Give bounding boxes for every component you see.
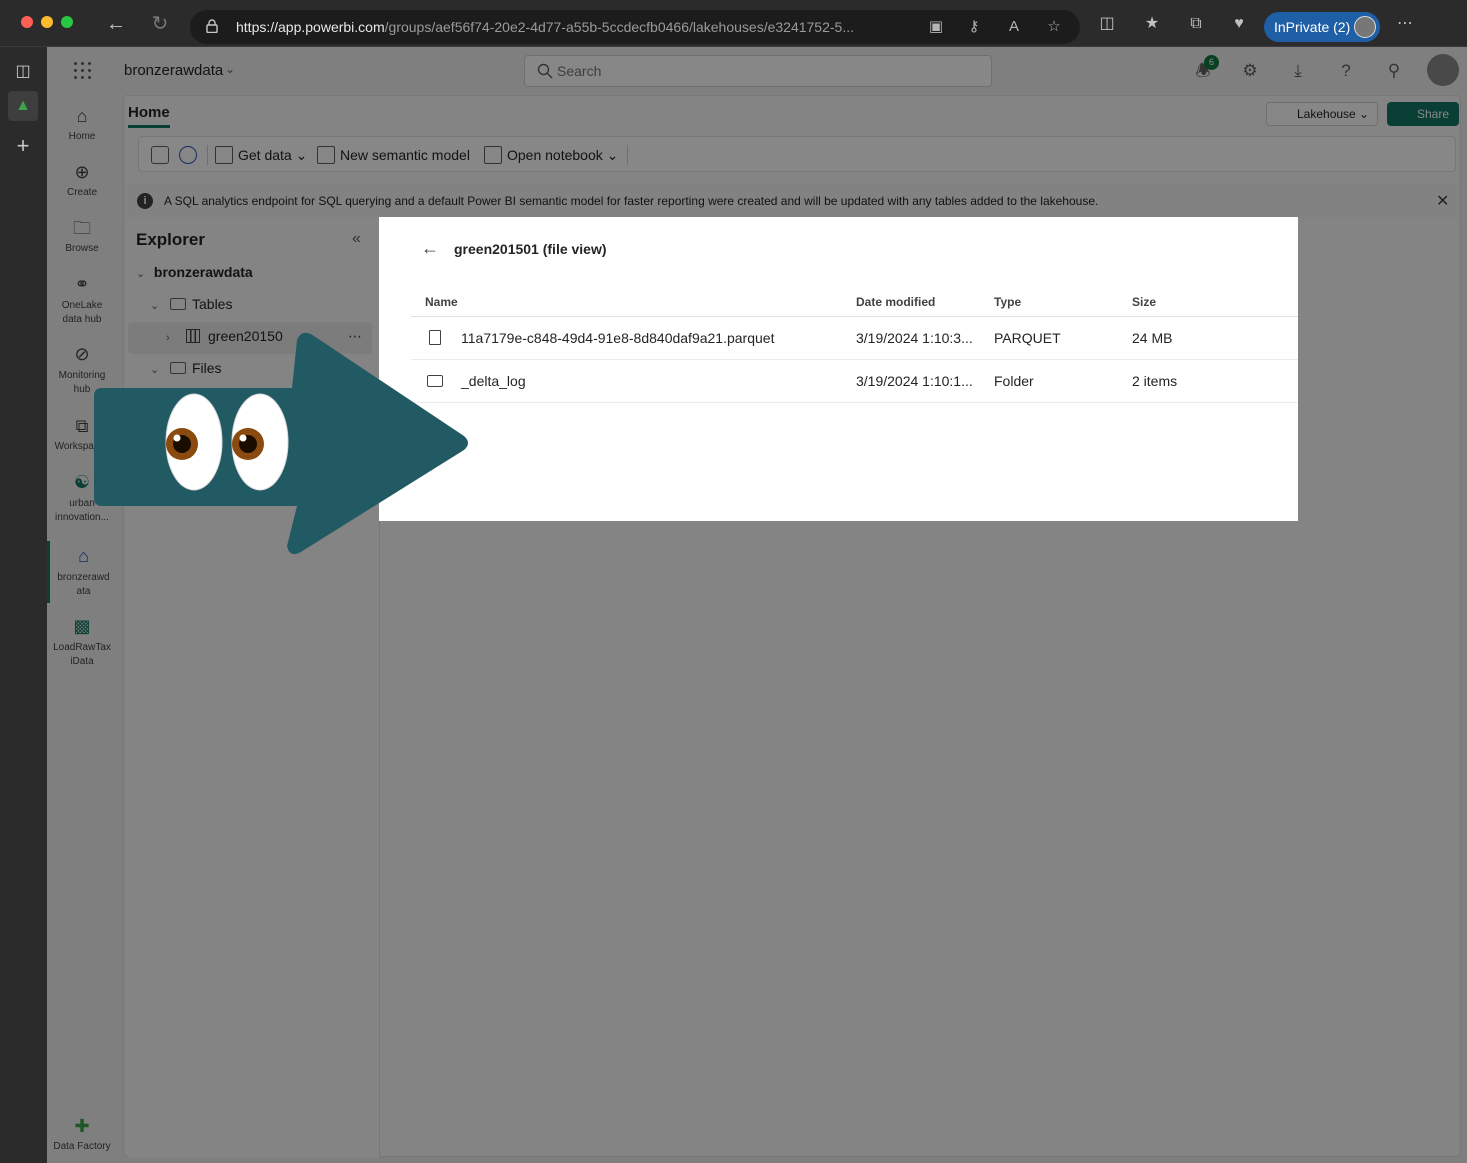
refresh-icon[interactable]: ↻ bbox=[148, 12, 172, 36]
pointer-arrow-annotation bbox=[94, 332, 468, 555]
tab-actions-icon[interactable]: ◫ bbox=[12, 61, 34, 83]
column-header-type[interactable]: Type bbox=[994, 295, 1021, 309]
browser-essentials-icon[interactable]: ♥ bbox=[1229, 14, 1249, 34]
file-name: 11a7179e-c848-49d4-91e8-8d840daf9a21.par… bbox=[461, 330, 775, 346]
file-size: 2 items bbox=[1132, 373, 1178, 389]
file-type: Folder bbox=[994, 373, 1034, 389]
file-date: 3/19/2024 1:10:3... bbox=[856, 330, 973, 346]
read-aloud-icon[interactable]: A bbox=[1005, 18, 1023, 36]
app-available-icon[interactable]: ▣ bbox=[927, 18, 945, 36]
file-date: 3/19/2024 1:10:1... bbox=[856, 373, 973, 389]
inprivate-label: InPrivate (2) bbox=[1274, 19, 1351, 35]
table-row[interactable]: 11a7179e-c848-49d4-91e8-8d840daf9a21.par… bbox=[411, 317, 1298, 360]
more-options-icon[interactable]: ⋯ bbox=[1395, 14, 1415, 34]
column-header-date[interactable]: Date modified bbox=[856, 295, 935, 309]
url-host: https://app.powerbi.com bbox=[236, 19, 385, 35]
file-grid-header: Name Date modified Type Size bbox=[411, 287, 1298, 317]
lock-icon bbox=[206, 19, 218, 33]
url-path: /groups/aef56f74-20e2-4d77-a55b-5ccdecfb… bbox=[384, 19, 854, 35]
close-window-button[interactable] bbox=[21, 16, 33, 28]
table-row[interactable]: _delta_log 3/19/2024 1:10:1... Folder 2 … bbox=[411, 360, 1298, 403]
maximize-window-button[interactable] bbox=[61, 16, 73, 28]
modal-overlay bbox=[47, 47, 1467, 1163]
profile-avatar bbox=[1354, 16, 1376, 38]
address-bar[interactable]: https://app.powerbi.com/groups/aef56f74-… bbox=[190, 10, 1080, 44]
url-text: https://app.powerbi.com/groups/aef56f74-… bbox=[236, 19, 916, 35]
active-tab-icon[interactable]: ▲ bbox=[8, 91, 38, 121]
favorites-icon[interactable]: ★ bbox=[1142, 14, 1162, 34]
file-type: PARQUET bbox=[994, 330, 1061, 346]
file-size: 24 MB bbox=[1132, 330, 1173, 346]
minimize-window-button[interactable] bbox=[41, 16, 53, 28]
column-header-name[interactable]: Name bbox=[425, 295, 458, 309]
favorite-star-icon[interactable]: ☆ bbox=[1045, 18, 1063, 36]
file-view-dialog: ← green201501 (file view) Name Date modi… bbox=[379, 217, 1298, 521]
back-arrow-icon[interactable]: ← bbox=[104, 12, 128, 36]
back-arrow-icon[interactable]: ← bbox=[421, 239, 441, 257]
inprivate-badge[interactable]: InPrivate (2) bbox=[1264, 12, 1380, 42]
browser-toolbar: ← ↻ https://app.powerbi.com/groups/aef56… bbox=[0, 0, 1467, 47]
split-screen-icon[interactable]: ◫ bbox=[1097, 14, 1117, 34]
browser-sidebar: ◫ ▲ + bbox=[0, 47, 47, 1163]
new-tab-icon[interactable]: + bbox=[12, 135, 34, 157]
collections-icon[interactable]: ⧉ bbox=[1186, 14, 1206, 34]
dialog-title: green201501 (file view) bbox=[454, 241, 607, 257]
key-icon[interactable]: ⚷ bbox=[965, 18, 983, 36]
column-header-size[interactable]: Size bbox=[1132, 295, 1156, 309]
